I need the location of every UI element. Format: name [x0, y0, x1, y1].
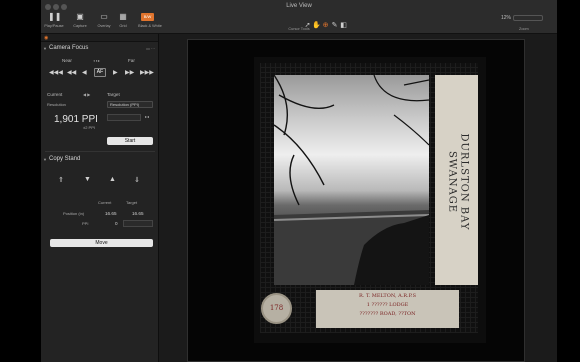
target-value-field[interactable]	[107, 114, 141, 121]
live-view-canvas[interactable]: DURLSTON BAY SWANAGE 178 R. T. MELTON, A…	[160, 34, 557, 362]
start-button[interactable]: Start	[107, 137, 153, 145]
live-view-window: Live View ❚❚ Play/Pause ▣ Capture ▭ Over…	[41, 0, 557, 362]
current-column-header: Current	[98, 200, 112, 205]
capture-button[interactable]: ▣ Capture	[68, 12, 92, 28]
credit-line2: 1 ?????? LODGE	[366, 302, 409, 308]
move-bottom-icon[interactable]: ⇓	[134, 176, 140, 184]
focus-indicator-icon: ◖◗▸	[93, 58, 100, 63]
chevron-down-icon: ▼	[43, 157, 47, 162]
resolution-tolerance: ±2 PPI	[83, 125, 95, 130]
focus-near-small-icon[interactable]: ◀	[82, 69, 87, 76]
cursor-tools: ➚ ✋ ⊕ ✎ ◧	[303, 14, 348, 29]
chevron-down-icon: ▼	[43, 46, 47, 51]
overlay-icon: ▭	[100, 12, 108, 21]
zoom-value: 12%	[501, 15, 512, 21]
slide-number-stamp: 178	[261, 293, 292, 324]
ppi-label: PPI	[82, 221, 89, 226]
autofocus-button[interactable]: AF	[94, 68, 106, 77]
ppi-current: 0	[115, 221, 118, 226]
side-label-line1: DURLSTON BAY	[458, 133, 470, 231]
play-pause-button[interactable]: ❚❚ Play/Pause	[42, 12, 66, 28]
focus-far-large-icon[interactable]: ▶▶▶	[140, 69, 154, 76]
swap-arrows-icon[interactable]: ◀ ▶	[83, 92, 90, 97]
tool-options-icon[interactable]: ▭ ···	[146, 46, 155, 51]
position-current: 16.65	[105, 211, 117, 216]
move-up-icon[interactable]: ▲	[109, 176, 116, 183]
move-top-icon[interactable]: ⇑	[58, 176, 64, 184]
slide-side-label: DURLSTON BAY SWANAGE	[435, 75, 478, 285]
focus-far-small-icon[interactable]: ▶	[113, 69, 118, 76]
grid-button[interactable]: ▦ Grid	[111, 12, 135, 28]
target-type-select[interactable]: Resolution (PPI)	[107, 101, 153, 108]
credit-line1: R. T. MELTON, A.R.P.S	[359, 293, 416, 299]
title-bar: Live View ❚❚ Play/Pause ▣ Capture ▭ Over…	[41, 0, 557, 34]
camera-icon: ▣	[76, 12, 84, 21]
grid-icon: ▦	[119, 12, 127, 21]
current-resolution-value: 1,901 PPI	[54, 114, 98, 125]
zoom-label: Zoom	[519, 27, 529, 31]
focus-far-medium-icon[interactable]: ▶▶	[125, 69, 134, 76]
camera-tab-icon[interactable]: ◉	[44, 35, 48, 41]
seascape-drawing	[274, 75, 429, 285]
credit-line3: ??????? ROAD, ??TON	[359, 311, 416, 317]
window-title: Live View	[286, 3, 312, 9]
position-target[interactable]: 16.65	[132, 211, 144, 216]
tool-tabs: ◉	[41, 34, 158, 42]
black-white-button[interactable]: . Black & White	[136, 12, 164, 28]
section-divider	[45, 151, 155, 152]
focus-near-medium-icon[interactable]: ◀◀	[67, 69, 76, 76]
cursor-tools-label: Cursor Tools	[288, 27, 310, 31]
tool-panel: ◉ ▼ Camera Focus ▭ ··· Near ◖◗▸ Far ◀◀ ◀ …	[41, 34, 159, 362]
resolution-label: Resolution	[47, 102, 66, 107]
position-label: Position (in)	[63, 211, 85, 216]
focus-near-label: Near	[62, 58, 72, 63]
focus-far-label: Far	[128, 58, 135, 63]
copy-stand-header[interactable]: ▼ Copy Stand	[41, 155, 159, 164]
ppi-target-field[interactable]	[123, 220, 153, 227]
photographer-credit-label: R. T. MELTON, A.R.P.S 1 ?????? LODGE ???…	[316, 290, 459, 328]
target-column-header: Target	[126, 200, 138, 205]
current-label: Current	[47, 92, 63, 97]
zoom-control[interactable]	[513, 15, 543, 21]
camera-focus-header[interactable]: ▼ Camera Focus ▭ ···	[41, 44, 159, 53]
seascape-photo	[274, 75, 429, 285]
pause-icon: ❚❚	[48, 12, 62, 21]
side-label-line2: SWANAGE	[446, 150, 458, 214]
move-down-icon[interactable]: ▼	[84, 176, 91, 183]
target-label: Target	[107, 92, 120, 97]
live-image: DURLSTON BAY SWANAGE 178 R. T. MELTON, A…	[187, 39, 525, 362]
stepper-icon[interactable]: ▸◂	[145, 114, 149, 119]
move-button[interactable]: Move	[50, 239, 153, 247]
focus-near-large-icon[interactable]: ◀◀◀	[49, 69, 63, 76]
